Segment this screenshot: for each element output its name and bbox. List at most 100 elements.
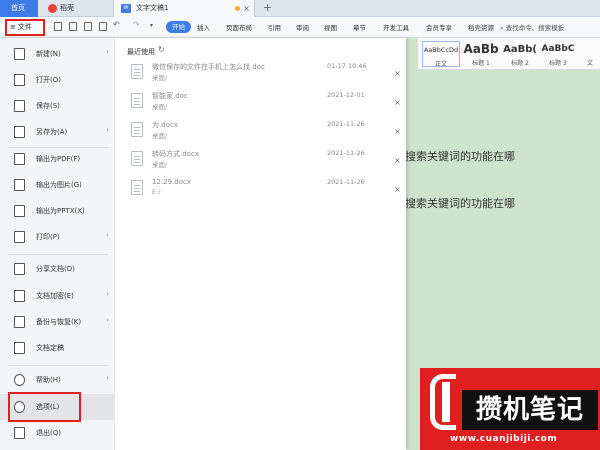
style-normal[interactable]: AaBbCcDd 正文: [422, 41, 460, 68]
menu-item-export-pdf[interactable]: 输出为PDF(F): [0, 146, 115, 172]
style-sample: [582, 41, 598, 58]
save-icon: [14, 100, 25, 112]
print-icon[interactable]: [84, 22, 92, 31]
document-text-line: 搜索关键词的功能在哪: [405, 197, 515, 210]
menu-item-exit[interactable]: 退出(Q): [0, 420, 115, 446]
ribbon-tab-review[interactable]: 审阅: [296, 22, 309, 32]
remove-recent-icon[interactable]: ×: [394, 156, 401, 165]
recent-file-item[interactable]: 转码方式.docx 桌面/ 2021-11-26 ×: [120, 148, 402, 176]
checkbox-icon: [14, 342, 25, 354]
style-name: 正文: [434, 61, 447, 68]
pdf-icon: [14, 153, 25, 165]
chevron-right-icon: ›: [106, 374, 109, 382]
menu-item-export-image[interactable]: 输出为图片(G): [0, 172, 115, 198]
style-heading-2[interactable]: AaBb( 标题 2: [502, 41, 538, 67]
watermark-url: www.cuanjibiji.com: [450, 434, 558, 444]
recent-file-date: 01-17 10:46: [327, 62, 367, 70]
remove-recent-icon[interactable]: ×: [394, 69, 401, 78]
ribbon-tab-member[interactable]: 会员专享: [426, 22, 452, 32]
remove-recent-icon[interactable]: ×: [394, 185, 401, 194]
recent-file-item[interactable]: 微信保存的文件在手机上怎么找.doc 桌面/ 01-17 10:46 ×: [120, 61, 402, 89]
undo-icon[interactable]: ↶: [113, 20, 120, 29]
close-tab-icon[interactable]: ×: [243, 0, 250, 17]
hamburger-icon: ≡: [10, 23, 16, 31]
recent-file-item[interactable]: 为.docx 桌面/ 2021-11-26 ×: [120, 119, 402, 147]
new-tab-button[interactable]: +: [263, 0, 272, 17]
ribbon-tab-start[interactable]: 开始: [166, 21, 191, 33]
document-icon: [131, 64, 143, 79]
save-icon[interactable]: [69, 22, 77, 31]
menu-item-label: 帮助(H): [36, 376, 61, 384]
ribbon-toolbar: ≡ 文件 ↶ ↷ ▾ 开始 插入 页面布局 引用 审阅 视图 章节 开发工具 会员…: [0, 17, 600, 38]
menu-item-print[interactable]: 打印(P) ›: [0, 224, 115, 250]
menu-item-backup[interactable]: 备份与恢复(K) ›: [0, 309, 115, 335]
recent-file-path: 桌面/: [152, 132, 168, 140]
recent-file-name: 12.29.docx: [152, 178, 191, 186]
menu-item-label: 输出为PDF(F): [36, 155, 81, 163]
menu-item-label: 文档加密(E): [36, 292, 74, 300]
tab-daoke[interactable]: 稻壳: [40, 0, 110, 17]
style-more[interactable]: 文: [582, 41, 598, 67]
menu-item-label: 新建(N): [36, 50, 61, 58]
ribbon-tab-view[interactable]: 视图: [324, 22, 337, 32]
ribbon-tab-layout[interactable]: 页面布局: [226, 22, 252, 32]
file-menu-list: 新建(N) › 打开(O) 保存(S) 另存为(A) › 输出为PDF(F) 输…: [0, 38, 115, 450]
recent-file-date: 2021-11-26: [327, 120, 365, 128]
chevron-down-icon[interactable]: ▾: [150, 22, 153, 29]
menu-item-new[interactable]: 新建(N) ›: [0, 41, 115, 67]
menu-item-save[interactable]: 保存(S): [0, 93, 115, 119]
menu-item-save-as[interactable]: 另存为(A) ›: [0, 119, 115, 145]
recent-file-date: 2021-11-26: [327, 178, 365, 186]
menu-item-label: 文档定稿: [36, 344, 64, 352]
menu-item-label: 退出(Q): [36, 429, 61, 437]
style-name: 文: [586, 60, 593, 67]
remove-recent-icon[interactable]: ×: [394, 98, 401, 107]
menu-item-help[interactable]: 帮助(H) ›: [0, 367, 115, 393]
exit-icon: [14, 427, 25, 439]
recent-file-path: 桌面/: [152, 103, 168, 111]
print-preview-icon[interactable]: [99, 22, 107, 31]
ribbon-tab-daoke-resources[interactable]: 稻壳资源: [468, 22, 494, 32]
menu-item-label: 备份与恢复(K): [36, 318, 82, 326]
style-heading-3[interactable]: AaBbC 标题 3: [540, 41, 576, 67]
open-folder-icon: [14, 74, 25, 86]
document-icon: [131, 122, 143, 137]
style-name: 标题 2: [511, 60, 529, 67]
recent-file-item[interactable]: 12.29.docx E:/ 2021-11-26 ×: [120, 177, 402, 205]
daoke-logo-icon: [48, 4, 57, 13]
style-name: 标题 3: [549, 60, 567, 67]
recent-file-name: 转码方式.docx: [152, 150, 199, 158]
menu-item-share[interactable]: 分享文档(D): [0, 256, 115, 282]
menu-item-label: 输出为图片(G): [36, 181, 82, 189]
redo-icon[interactable]: ↷: [133, 20, 140, 29]
recent-file-date: 2021-11-26: [327, 149, 365, 157]
chevron-right-icon: ›: [106, 48, 109, 56]
document-icon: [131, 151, 143, 166]
save-as-icon: [14, 126, 25, 138]
menu-item-finalize[interactable]: 文档定稿: [0, 335, 115, 361]
ribbon-tab-references[interactable]: 引用: [268, 22, 281, 32]
style-sample: AaBbC: [541, 44, 575, 54]
menu-item-encrypt[interactable]: 文档加密(E) ›: [0, 283, 115, 309]
chevron-right-icon: ›: [106, 126, 109, 134]
menu-divider: [8, 254, 108, 255]
ribbon-tab-insert[interactable]: 插入: [197, 22, 210, 32]
command-search[interactable]: ⌕ 查找命令、搜索模板: [500, 22, 564, 33]
tab-home[interactable]: 首页: [0, 0, 38, 17]
ribbon-tab-developer[interactable]: 开发工具: [383, 22, 409, 32]
site-watermark-logo: 攒机笔记 www.cuanjibiji.com: [420, 368, 600, 450]
ribbon-tab-chapter[interactable]: 章节: [353, 22, 366, 32]
recent-file-item[interactable]: 智能家.doc 桌面/ 2021-12-01 ×: [120, 90, 402, 118]
menu-item-export-pptx[interactable]: 输出为PPTX(X): [0, 198, 115, 224]
file-menu-button[interactable]: ≡ 文件: [5, 19, 45, 36]
remove-recent-icon[interactable]: ×: [394, 127, 401, 136]
menu-item-open[interactable]: 打开(O): [0, 67, 115, 93]
refresh-icon[interactable]: ↻: [158, 45, 165, 54]
tab-document[interactable]: W 文字文稿1 ×: [113, 0, 255, 17]
recent-file-name: 为.docx: [152, 121, 178, 129]
title-tab-bar: 首页 稻壳 W 文字文稿1 × +: [0, 0, 600, 17]
file-menu-label: 文件: [17, 23, 32, 31]
style-heading-1[interactable]: AaBb 标题 1: [462, 41, 500, 67]
style-name: 标题 1: [472, 60, 490, 67]
new-doc-icon[interactable]: [54, 22, 62, 31]
